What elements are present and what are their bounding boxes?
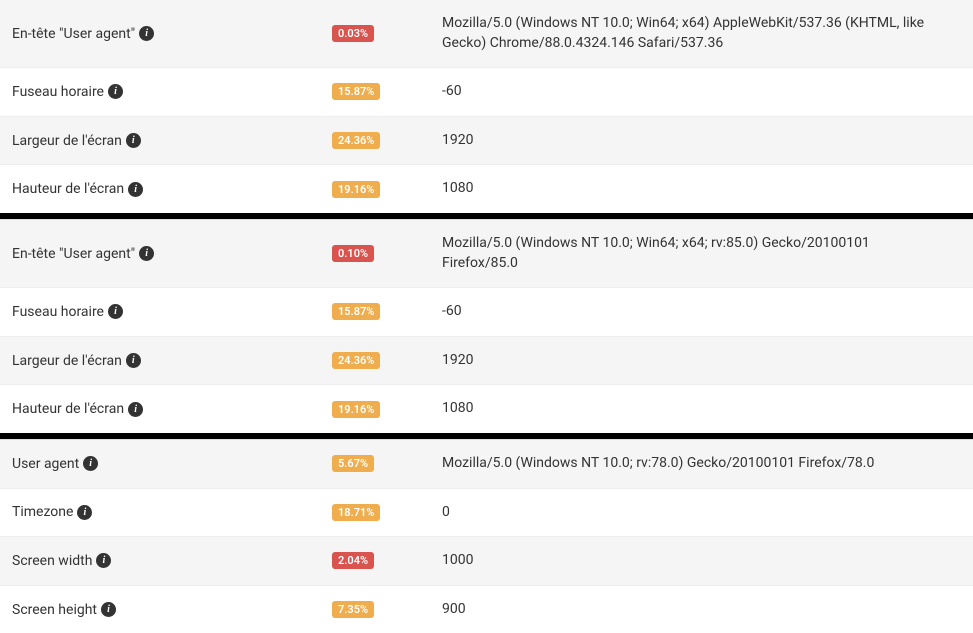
info-icon[interactable]: i — [139, 246, 154, 261]
attribute-value: -60 — [442, 82, 961, 102]
table-row: Hauteur de l'écran i 19.16% 1080 — [0, 164, 973, 213]
badge-col: 5.67% — [332, 455, 442, 472]
table-row: En-tête "User agent" i 0.10% Mozilla/5.0 (W… — [0, 220, 973, 287]
attribute-label-col: En-tête "User agent" i — [12, 246, 332, 262]
info-icon[interactable]: i — [108, 304, 123, 319]
attribute-value: 1920 — [442, 351, 961, 371]
attribute-label-col: User agent i — [12, 456, 332, 472]
badge-col: 19.16% — [332, 181, 442, 198]
percentage-badge: 0.10% — [332, 245, 374, 262]
badge-col: 15.87% — [332, 83, 442, 100]
attribute-label: Largeur de l'écran — [12, 353, 122, 369]
badge-col: 24.36% — [332, 352, 442, 369]
fingerprint-section: User agent i 5.67% Mozilla/5.0 (Windows NT … — [0, 439, 973, 633]
badge-col: 7.35% — [332, 601, 442, 618]
badge-col: 15.87% — [332, 303, 442, 320]
attribute-label-col: Screen width i — [12, 553, 332, 569]
attribute-label: Fuseau horaire — [12, 304, 104, 320]
attribute-value: Mozilla/5.0 (Windows NT 10.0; rv:78.0) G… — [442, 454, 961, 474]
fingerprint-section: En-tête "User agent" i 0.10% Mozilla/5.0 (W… — [0, 219, 973, 433]
percentage-badge: 7.35% — [332, 601, 374, 618]
fingerprint-section: En-tête "User agent" i 0.03% Mozilla/5.0 (W… — [0, 0, 973, 213]
badge-col: 2.04% — [332, 552, 442, 569]
info-icon[interactable]: i — [126, 353, 141, 368]
table-row: Largeur de l'écran i 24.36% 1920 — [0, 116, 973, 165]
attribute-label: Hauteur de l'écran — [12, 401, 124, 417]
badge-col: 24.36% — [332, 132, 442, 149]
attribute-label: Screen height — [12, 602, 97, 618]
attribute-value: Mozilla/5.0 (Windows NT 10.0; Win64; x64… — [442, 234, 961, 273]
percentage-badge: 0.03% — [332, 25, 374, 42]
info-icon[interactable]: i — [139, 26, 154, 41]
attribute-value: 1080 — [442, 399, 961, 419]
attribute-value: 1000 — [442, 551, 961, 571]
badge-col: 19.16% — [332, 401, 442, 418]
table-row: Timezone i 18.71% 0 — [0, 488, 973, 537]
attribute-label: En-tête "User agent" — [12, 26, 135, 42]
attribute-label-col: Hauteur de l'écran i — [12, 181, 332, 197]
percentage-badge: 19.16% — [332, 401, 380, 418]
attribute-label: Hauteur de l'écran — [12, 181, 124, 197]
attribute-label-col: Fuseau horaire i — [12, 304, 332, 320]
attribute-label-col: Hauteur de l'écran i — [12, 401, 332, 417]
attribute-label: Largeur de l'écran — [12, 133, 122, 149]
percentage-badge: 18.71% — [332, 504, 380, 521]
percentage-badge: 2.04% — [332, 552, 374, 569]
attribute-label-col: En-tête "User agent" i — [12, 26, 332, 42]
info-icon[interactable]: i — [108, 84, 123, 99]
table-row: Fuseau horaire i 15.87% -60 — [0, 287, 973, 336]
table-row: User agent i 5.67% Mozilla/5.0 (Windows NT … — [0, 440, 973, 488]
attribute-value: -60 — [442, 302, 961, 322]
info-icon[interactable]: i — [77, 505, 92, 520]
attribute-label-col: Largeur de l'écran i — [12, 353, 332, 369]
attribute-label: En-tête "User agent" — [12, 246, 135, 262]
attribute-value: 1080 — [442, 179, 961, 199]
attribute-value: Mozilla/5.0 (Windows NT 10.0; Win64; x64… — [442, 14, 961, 53]
attribute-label: Timezone — [12, 504, 73, 520]
badge-col: 0.10% — [332, 245, 442, 262]
info-icon[interactable]: i — [101, 602, 116, 617]
badge-col: 0.03% — [332, 25, 442, 42]
table-row: En-tête "User agent" i 0.03% Mozilla/5.0 (W… — [0, 0, 973, 67]
table-row: Largeur de l'écran i 24.36% 1920 — [0, 336, 973, 385]
attribute-value: 1920 — [442, 131, 961, 151]
percentage-badge: 24.36% — [332, 132, 380, 149]
attribute-label-col: Largeur de l'écran i — [12, 133, 332, 149]
percentage-badge: 15.87% — [332, 303, 380, 320]
table-row: Hauteur de l'écran i 19.16% 1080 — [0, 384, 973, 433]
percentage-badge: 5.67% — [332, 455, 374, 472]
attribute-label-col: Fuseau horaire i — [12, 84, 332, 100]
info-icon[interactable]: i — [128, 182, 143, 197]
info-icon[interactable]: i — [83, 456, 98, 471]
table-row: Screen height i 7.35% 900 — [0, 585, 973, 633]
attribute-label-col: Timezone i — [12, 504, 332, 520]
attribute-value: 0 — [442, 503, 961, 523]
attribute-value: 900 — [442, 600, 961, 620]
attribute-label: User agent — [12, 456, 79, 472]
info-icon[interactable]: i — [96, 553, 111, 568]
attribute-label: Screen width — [12, 553, 92, 569]
attribute-label: Fuseau horaire — [12, 84, 104, 100]
info-icon[interactable]: i — [128, 402, 143, 417]
percentage-badge: 19.16% — [332, 181, 380, 198]
table-row: Fuseau horaire i 15.87% -60 — [0, 67, 973, 116]
table-row: Screen width i 2.04% 1000 — [0, 536, 973, 585]
info-icon[interactable]: i — [126, 133, 141, 148]
badge-col: 18.71% — [332, 504, 442, 521]
attribute-label-col: Screen height i — [12, 602, 332, 618]
percentage-badge: 15.87% — [332, 83, 380, 100]
percentage-badge: 24.36% — [332, 352, 380, 369]
